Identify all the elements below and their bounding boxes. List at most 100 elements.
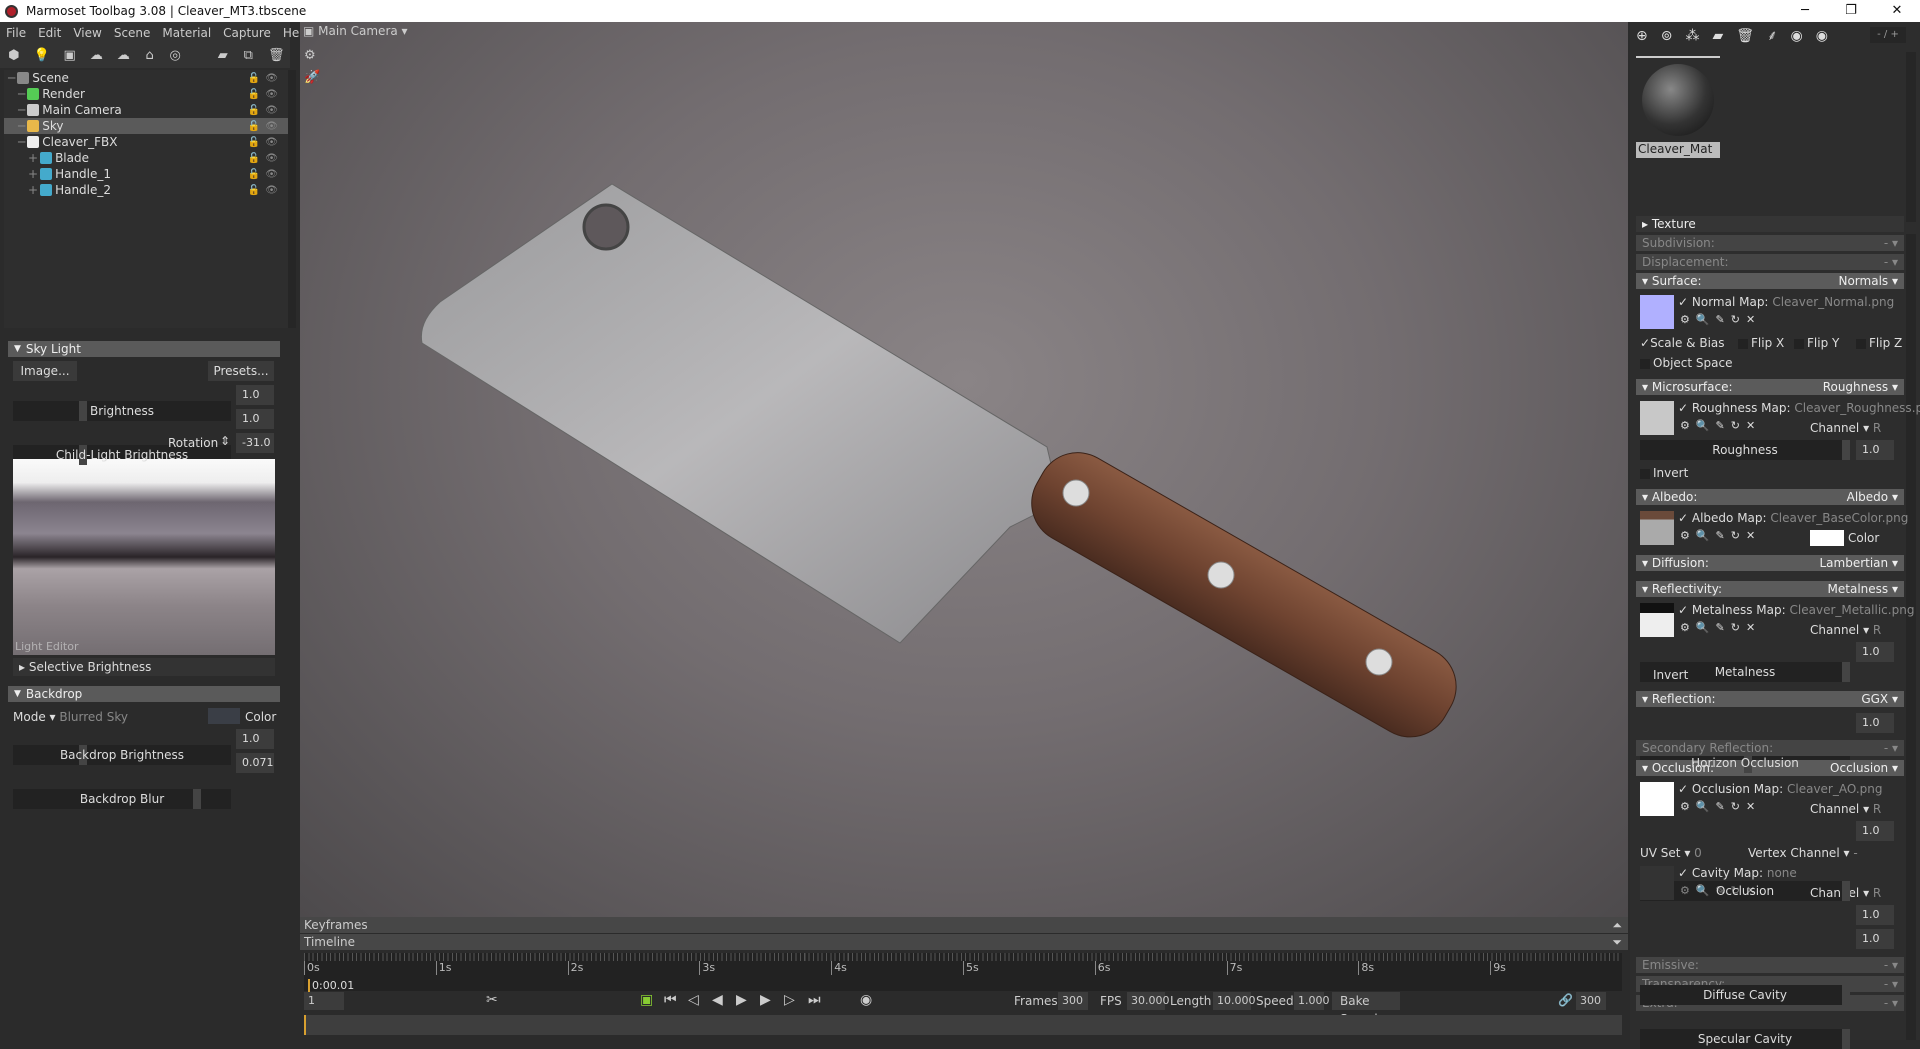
scene-tree-scrollbar[interactable]: [288, 70, 296, 328]
expand-down-icon[interactable]: ⏷: [1612, 934, 1622, 950]
scene-tree-item[interactable]: + Blade 🔓 👁: [4, 150, 288, 166]
texture-actions[interactable]: ⚙🔍✎↻✕: [1680, 529, 1761, 545]
occlusion-channel-dropdown[interactable]: Channel ▾ R: [1810, 802, 1881, 816]
checker-icon[interactable]: ⁂: [1685, 28, 1712, 44]
eye-icon[interactable]: 👁: [265, 153, 278, 164]
next-key-icon[interactable]: ▷: [784, 992, 795, 1008]
scene-tree-item[interactable]: ─ Cleaver_FBX 🔓 👁: [4, 134, 288, 150]
roughness-slider[interactable]: Roughness: [1640, 440, 1850, 460]
scene-tree-item[interactable]: ─ Sky 🔓 👁: [4, 118, 288, 134]
scene-tree-item[interactable]: ─ Render 🔓 👁: [4, 86, 288, 102]
viewport-settings-gear-icon[interactable]: ⚙: [304, 48, 316, 63]
eye-icon[interactable]: 👁: [265, 73, 278, 84]
metalness-map-thumbnail[interactable]: [1640, 603, 1674, 637]
metalness-value[interactable]: 1.0: [1856, 642, 1894, 662]
tree-branch-icon[interactable]: ─: [18, 135, 25, 149]
skip-end-icon[interactable]: ⏭: [808, 992, 821, 1008]
backdrop-brightness-slider[interactable]: Backdrop Brightness: [13, 745, 231, 765]
folder-icon[interactable]: ▰: [1712, 28, 1736, 44]
occlusion-map-file[interactable]: Cleaver_AO.png: [1787, 782, 1882, 796]
new-material-icon[interactable]: ⊕: [1636, 28, 1661, 44]
secondary-reflection-dropdown[interactable]: - ▾: [1884, 741, 1898, 755]
albedo-map-thumbnail[interactable]: [1640, 511, 1674, 545]
texture-actions[interactable]: ⚙🔍✎↻✕: [1680, 621, 1761, 637]
albedo-color-swatch[interactable]: [1810, 530, 1844, 546]
add-camera-icon[interactable]: ▣: [64, 49, 76, 63]
scene-tree-item[interactable]: + Handle_1 🔓 👁: [4, 166, 288, 182]
emissive-section[interactable]: Emissive: - ▾: [1636, 957, 1904, 973]
expand-plus-icon[interactable]: +: [28, 183, 38, 197]
duplicate-icon[interactable]: ⧉: [242, 49, 254, 63]
sky-light-header[interactable]: ▼ Sky Light: [8, 341, 280, 357]
diffusion-section[interactable]: ▾ Diffusion: Lambertian ▾: [1636, 555, 1904, 571]
texture-actions[interactable]: ⚙🔍✎↻✕: [1680, 800, 1761, 816]
lock-icon[interactable]: 🔓: [248, 105, 260, 116]
keyframe-track[interactable]: [304, 1015, 1622, 1035]
backdrop-blur-slider[interactable]: Backdrop Blur: [13, 789, 231, 809]
play-icon[interactable]: ▶: [736, 992, 747, 1008]
cavity-map-thumbnail[interactable]: [1640, 866, 1674, 900]
normal-map-thumbnail[interactable]: [1640, 295, 1674, 329]
mode-dropdown[interactable]: Mode ▾ Blurred Sky: [13, 710, 128, 724]
lock-icon[interactable]: 🔓: [248, 153, 260, 164]
object-space-checkbox[interactable]: Object Space: [1640, 356, 1732, 370]
add-turntable-icon[interactable]: ◎: [169, 49, 181, 63]
metalness-channel-dropdown[interactable]: Channel ▾ R: [1810, 623, 1881, 637]
scissors-icon[interactable]: ✂: [486, 992, 498, 1008]
specular-cavity-slider[interactable]: Specular Cavity: [1640, 1029, 1850, 1049]
reflectivity-section[interactable]: ▾ Reflectivity: Metalness ▾: [1636, 581, 1904, 597]
add-sky-icon[interactable]: ☁: [117, 49, 130, 63]
extra-dropdown[interactable]: - ▾: [1884, 996, 1898, 1010]
surface-dropdown[interactable]: Normals ▾: [1838, 274, 1898, 288]
lock-icon[interactable]: 🔓: [248, 89, 260, 100]
microsurface-section[interactable]: ▾ Microsurface: Roughness ▾: [1636, 379, 1904, 395]
trash-icon[interactable]: 🗑: [268, 49, 285, 63]
reflection-section[interactable]: ▾ Reflection: GGX ▾: [1636, 691, 1904, 707]
step-forward-icon[interactable]: ▶: [760, 992, 771, 1008]
subdivision-section[interactable]: Subdivision: - ▾: [1636, 235, 1904, 251]
eye-icon[interactable]: 👁: [265, 185, 278, 196]
add-fog-icon[interactable]: ☁: [90, 49, 103, 63]
lock-icon[interactable]: 🔓: [248, 137, 260, 148]
albedo-dropdown[interactable]: Albedo ▾: [1847, 490, 1898, 504]
occlusion-value[interactable]: 1.0: [1856, 821, 1894, 841]
fps-field[interactable]: 30.000: [1127, 992, 1170, 1010]
image-button[interactable]: Image...: [13, 361, 77, 381]
restore-button[interactable]: ❐: [1828, 0, 1874, 22]
child-light-value[interactable]: 1.0: [236, 409, 274, 429]
keyframes-bar[interactable]: Keyframes ⏶: [300, 917, 1628, 933]
texture-actions[interactable]: ⚙🔍✎↻✕: [1680, 419, 1761, 435]
duplicate-material-icon[interactable]: ⊚: [1661, 28, 1686, 44]
rotation-spinner-icon[interactable]: ⇕: [220, 434, 230, 448]
occlusion-map-thumbnail[interactable]: [1640, 782, 1674, 816]
diffuse-cavity-slider[interactable]: Diffuse Cavity: [1640, 985, 1850, 1005]
lock-icon[interactable]: 🔓: [248, 121, 260, 132]
lock-icon[interactable]: 🔓: [248, 169, 260, 180]
scale-bias-checkbox[interactable]: ✓Scale & Bias: [1640, 336, 1725, 350]
surface-section[interactable]: ▾ Surface: Normals ▾: [1636, 273, 1904, 289]
diffuse-cavity-value[interactable]: 1.0: [1856, 905, 1894, 925]
export-icon[interactable]: ◉: [1816, 28, 1841, 44]
flip-x-checkbox[interactable]: Flip X: [1738, 336, 1784, 350]
backdrop-brightness-value[interactable]: 1.0: [236, 729, 274, 749]
texture-section[interactable]: ▸ Texture: [1636, 216, 1904, 232]
menu-file[interactable]: File: [0, 26, 32, 40]
albedo-section[interactable]: ▾ Albedo: Albedo ▾: [1636, 489, 1904, 505]
lock-icon[interactable]: 🔓: [248, 73, 260, 84]
flip-z-checkbox[interactable]: Flip Z: [1856, 336, 1902, 350]
roughness-value[interactable]: 1.0: [1856, 440, 1894, 460]
3d-viewport[interactable]: [300, 22, 1628, 917]
speed-field[interactable]: 1.000: [1294, 992, 1330, 1010]
menu-edit[interactable]: Edit: [32, 26, 67, 40]
scene-tree-item[interactable]: + Handle_2 🔓 👁: [4, 182, 288, 198]
backdrop-header[interactable]: ▼ Backdrop: [8, 686, 280, 702]
folder-icon[interactable]: ▰: [217, 49, 229, 63]
cavity-map-file[interactable]: none: [1767, 866, 1797, 880]
subdivision-dropdown[interactable]: - ▾: [1884, 236, 1898, 250]
metalness-invert-checkbox[interactable]: Invert: [1640, 668, 1688, 682]
backdrop-color-swatch[interactable]: [208, 708, 240, 724]
minimize-button[interactable]: ─: [1782, 0, 1828, 22]
brightness-slider[interactable]: Brightness: [13, 401, 231, 421]
material-page-counter[interactable]: - / +: [1870, 27, 1906, 43]
occlusion-dropdown[interactable]: Occlusion ▾: [1830, 761, 1898, 775]
